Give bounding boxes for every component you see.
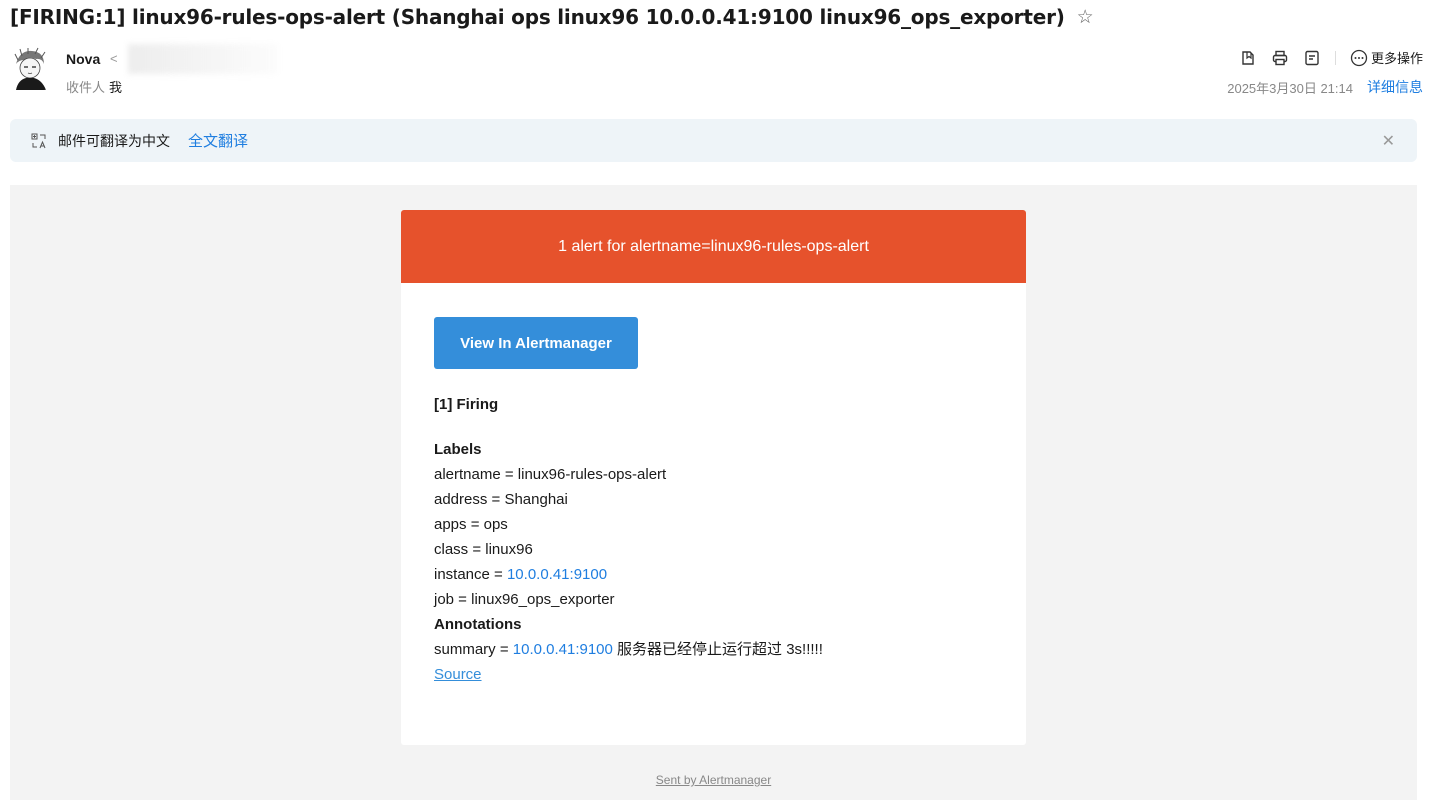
summary-text: 服务器已经停止运行超过 3s!!!!!: [612, 641, 823, 658]
star-icon[interactable]: ☆: [1077, 6, 1094, 29]
sender-area: Nova < 收件人我 更多操作 2025年3月30日 21:14 详细信息: [10, 44, 1423, 100]
translate-icon: [30, 132, 48, 150]
alert-content: View In Alertmanager [1] Firing Labels a…: [401, 283, 1026, 687]
annotations-title: Annotations: [434, 616, 522, 633]
close-icon[interactable]: ✕: [1382, 131, 1395, 151]
email-subject: [FIRING:1] linux96-rules-ops-alert (Shan…: [10, 5, 1065, 29]
label-instance: instance = 10.0.0.41:9100: [434, 562, 993, 587]
bookmark-icon[interactable]: [1239, 49, 1257, 67]
summary-key: summary =: [434, 641, 513, 658]
redacted-email: [128, 44, 278, 74]
mail-body: 1 alert for alertname=linux96-rules-ops-…: [10, 185, 1417, 800]
alert-header: 1 alert for alertname=linux96-rules-ops-…: [401, 210, 1026, 283]
label-alertname: alertname = linux96-rules-ops-alert: [434, 466, 667, 483]
translate-prompt: 邮件可翻译为中文: [58, 132, 170, 149]
sent-by-alertmanager-link[interactable]: Sent by Alertmanager: [656, 773, 771, 787]
print-icon[interactable]: [1271, 49, 1289, 67]
date-row: 2025年3月30日 21:14 详细信息: [1227, 77, 1423, 97]
note-icon[interactable]: [1303, 49, 1321, 67]
sender-name[interactable]: Nova: [66, 51, 100, 67]
toolbar-divider: [1334, 50, 1336, 65]
more-actions-button[interactable]: 更多操作: [1350, 48, 1423, 67]
avatar[interactable]: [10, 46, 50, 90]
summary-ip-link[interactable]: 10.0.0.41:9100: [513, 641, 613, 658]
recipient-line: 收件人我: [66, 77, 122, 96]
source-link[interactable]: Source: [434, 662, 482, 687]
recipient-name[interactable]: 我: [109, 80, 122, 95]
label-instance-key: instance =: [434, 566, 507, 583]
label-apps: apps = ops: [434, 516, 508, 533]
more-actions-label: 更多操作: [1370, 51, 1423, 66]
subject-row: [FIRING:1] linux96-rules-ops-alert (Shan…: [10, 4, 1094, 30]
sent-date: 2025年3月30日 21:14: [1227, 80, 1353, 96]
instance-link[interactable]: 10.0.0.41:9100: [507, 566, 607, 583]
detail-link[interactable]: 详细信息: [1367, 77, 1423, 97]
sender-email[interactable]: <: [110, 51, 118, 66]
firing-count: [1] Firing: [434, 396, 499, 413]
footer: Sent by Alertmanager: [10, 773, 1417, 787]
translate-bar: 邮件可翻译为中文 全文翻译 ✕: [10, 119, 1417, 162]
label-address: address = Shanghai: [434, 491, 568, 508]
labels-title: Labels: [434, 441, 482, 458]
toolbar: 更多操作: [1239, 48, 1423, 67]
more-icon: [1350, 49, 1368, 66]
translate-full-link[interactable]: 全文翻译: [188, 130, 248, 151]
alert-card: 1 alert for alertname=linux96-rules-ops-…: [401, 210, 1026, 745]
label-job: job = linux96_ops_exporter: [434, 591, 615, 608]
view-in-alertmanager-button[interactable]: View In Alertmanager: [434, 317, 638, 369]
recipient-label: 收件人: [66, 80, 106, 95]
annotation-summary: summary = 10.0.0.41:9100 服务器已经停止运行超过 3s!…: [434, 637, 993, 662]
label-class: class = linux96: [434, 541, 533, 558]
